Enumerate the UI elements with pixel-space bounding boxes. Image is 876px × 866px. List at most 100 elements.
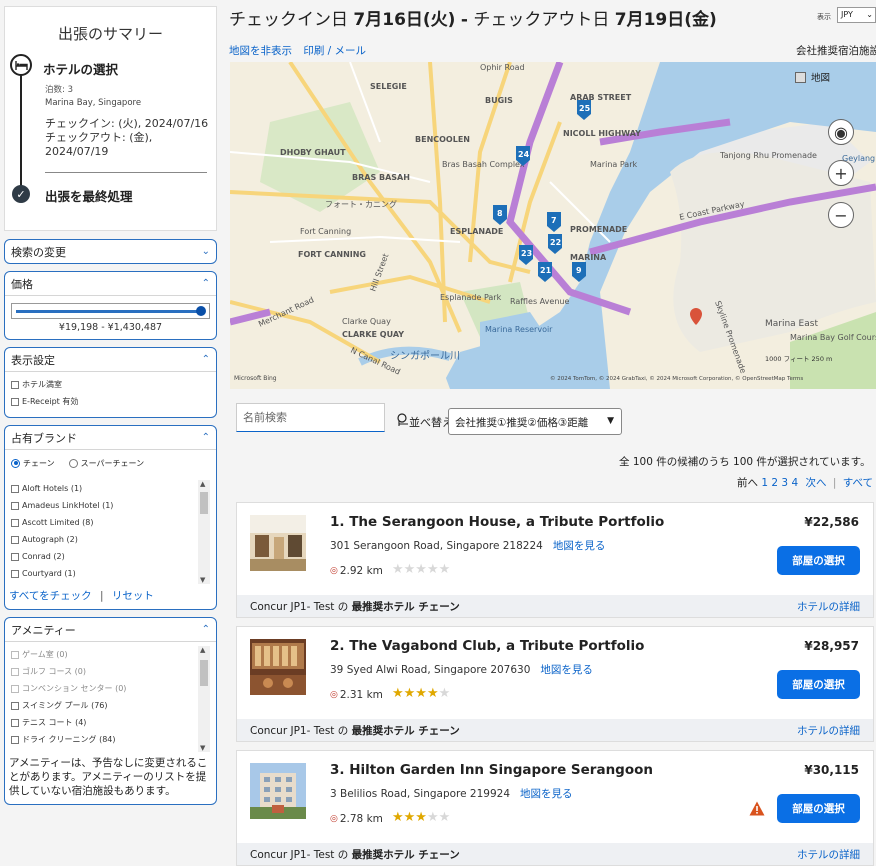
page-title: チェックイン日 7月16日(火) - チェックアウト日 7月19日(金)	[229, 10, 717, 30]
select-room-button[interactable]: 部屋の選択	[777, 794, 860, 823]
page-link[interactable]: 4	[791, 477, 798, 489]
pin-icon: ◎	[330, 566, 338, 576]
radio-superchain[interactable]	[68, 458, 78, 468]
locate-icon[interactable]: ◉	[828, 119, 854, 145]
search-change-panel[interactable]: 検索の変更 ⌄	[4, 239, 217, 264]
page-link[interactable]: 1	[761, 477, 768, 489]
chevron-up-icon: ⌃	[201, 432, 210, 443]
map-label: Marina Reservoir	[485, 325, 553, 334]
hotel-price: ¥28,957	[804, 639, 859, 653]
map-type-button[interactable]: 地図	[795, 70, 830, 84]
show-all-link[interactable]: すべて	[843, 477, 873, 489]
map-label: Raffles Avenue	[510, 297, 569, 306]
page-link[interactable]: 2	[771, 477, 778, 489]
hotel-photo[interactable]	[250, 763, 306, 819]
zoom-out-icon[interactable]: −	[828, 202, 854, 228]
hotel-photo[interactable]	[250, 515, 306, 571]
hotel-distance: ◎ 2.78 km	[330, 813, 383, 825]
brand-item[interactable]: Ascott Limited (8)	[11, 514, 210, 531]
hotel-details-link[interactable]: ホテルの詳細	[797, 847, 860, 862]
brand-list[interactable]: Aloft Hotels (1) Amadeus LinkHotel (1) A…	[11, 480, 210, 584]
amenity-item[interactable]: テニス コート (4)	[11, 714, 210, 731]
amenity-note: アメニティーは、予告なしに変更されることがあります。アメニティーのリストを提供し…	[9, 757, 208, 797]
price-panel: 価格 ⌃ ¥19,198 - ¥1,430,487	[4, 271, 217, 340]
amenity-panel: アメニティー ⌃ ゲーム室 (0) ゴルフ コース (0) コンベンション セン…	[4, 617, 217, 805]
amenity-item: ゴルフ コース (0)	[11, 663, 210, 680]
zoom-in-icon[interactable]: +	[828, 160, 854, 186]
hotel-name[interactable]: 2. The Vagabond Club, a Tribute Portfoli…	[330, 638, 644, 654]
chevron-down-icon: ⌄	[201, 246, 210, 257]
hotel-card: 1. The Serangoon House, a Tribute Portfo…	[236, 502, 874, 618]
radio-chain[interactable]	[11, 458, 20, 468]
display-settings-label: 表示設定	[11, 353, 55, 367]
name-search-input[interactable]	[236, 403, 385, 432]
price-slider-handle[interactable]	[196, 306, 206, 316]
currency-select[interactable]: JPY ⌄	[837, 7, 876, 23]
hide-map-link[interactable]: 地図を非表示	[229, 45, 292, 57]
hotel-photo[interactable]	[250, 639, 306, 695]
reset-link[interactable]: リセット	[112, 590, 154, 602]
brand-item[interactable]: Amadeus LinkHotel (1)	[11, 497, 210, 514]
check-all-link[interactable]: すべてをチェック	[9, 590, 92, 602]
brand-scrollbar[interactable]: ▲ ▼	[198, 480, 210, 584]
map-links: 地図を非表示 印刷 / メール	[229, 43, 374, 58]
next-page-link[interactable]: 次へ	[805, 477, 826, 489]
amenity-header[interactable]: アメニティー ⌃	[5, 618, 216, 641]
check-icon: ✓	[12, 185, 30, 203]
trip-location: Marina Bay, Singapore	[45, 98, 142, 108]
map-label: ESPLANADE	[450, 227, 503, 236]
view-map-link[interactable]: 地図を見る	[553, 540, 606, 552]
select-room-button[interactable]: 部屋の選択	[777, 670, 860, 699]
price-range-text: ¥19,198 - ¥1,430,487	[58, 322, 163, 333]
left-sidebar: 出張のサマリー ホテルの選択 泊数: 3 Marina Bay, Singapo…	[4, 6, 217, 805]
company-hotels-link[interactable]: 会社推奨宿泊施設	[796, 43, 876, 58]
checkout-date: 2024/07/19	[45, 145, 109, 158]
star-rating: ★★★★★	[392, 686, 451, 701]
sort-select[interactable]: 会社推奨①推奨②価格③距離 ▼	[448, 408, 622, 435]
hotel-details-link[interactable]: ホテルの詳細	[797, 599, 860, 614]
map-label: Marina Bay Golf Course	[790, 333, 876, 342]
brand-item[interactable]: Courtyard (1)	[11, 565, 210, 582]
view-map-link[interactable]: 地図を見る	[540, 664, 593, 676]
map-label: DHOBY GHAUT	[280, 148, 346, 157]
page-link[interactable]: 3	[781, 477, 788, 489]
amenity-list[interactable]: ゲーム室 (0) ゴルフ コース (0) コンベンション センター (0) スイ…	[11, 646, 210, 752]
warning-icon[interactable]	[749, 801, 765, 816]
svg-text:8: 8	[497, 209, 503, 218]
prev-page[interactable]: 前へ	[737, 477, 758, 489]
price-slider[interactable]	[11, 303, 210, 319]
map-label: CLARKE QUAY	[342, 330, 404, 339]
hotel-name[interactable]: 1. The Serangoon House, a Tribute Portfo…	[330, 514, 664, 530]
price-header[interactable]: 価格 ⌃	[5, 272, 216, 295]
sort-icon	[397, 413, 409, 429]
brand-item[interactable]: Autograph (2)	[11, 531, 210, 548]
display-settings-header[interactable]: 表示設定 ⌃	[5, 348, 216, 371]
map[interactable]: Ophir Road SELEGIE BUGIS ARAB STREET NIC…	[230, 62, 876, 389]
hotel-card: 3. Hilton Garden Inn Singapore Serangoon…	[236, 750, 874, 866]
brand-header[interactable]: 占有ブランド ⌃	[5, 426, 216, 449]
amenity-item[interactable]: ドライ クリーニング (84)	[11, 731, 210, 748]
star-rating: ★★★★★	[392, 562, 451, 577]
checkbox-hotel-full[interactable]: ホテル満室	[11, 376, 210, 393]
search-change-header[interactable]: 検索の変更 ⌄	[5, 240, 216, 263]
chevron-down-icon: ▼	[607, 416, 614, 426]
map-canvas[interactable]: Ophir Road SELEGIE BUGIS ARAB STREET NIC…	[230, 62, 876, 389]
brand-item[interactable]: Aloft Hotels (1)	[11, 480, 210, 497]
amenity-item[interactable]: スイミング プール (76)	[11, 697, 210, 714]
hotel-details-link[interactable]: ホテルの詳細	[797, 723, 860, 738]
brand-item[interactable]: Conrad (2)	[11, 548, 210, 565]
map-label: BRAS BASAH	[352, 173, 410, 182]
hotel-name[interactable]: 3. Hilton Garden Inn Singapore Serangoon	[330, 762, 653, 778]
trip-summary-card: 出張のサマリー ホテルの選択 泊数: 3 Marina Bay, Singapo…	[4, 6, 217, 231]
map-label: フォート・カニング	[325, 199, 397, 209]
search-change-label: 検索の変更	[11, 245, 66, 259]
map-label: Marina Park	[590, 160, 637, 169]
map-label: NICOLL HIGHWAY	[563, 129, 641, 138]
checkbox-ereceipt[interactable]: E-Receipt 有効	[11, 393, 210, 410]
amenity-scrollbar[interactable]: ▲ ▼	[198, 646, 210, 752]
select-room-button[interactable]: 部屋の選択	[777, 546, 860, 575]
hotel-card: 2. The Vagabond Club, a Tribute Portfoli…	[236, 626, 874, 742]
view-map-link[interactable]: 地図を見る	[520, 788, 573, 800]
bed-icon	[10, 54, 32, 76]
print-mail-link[interactable]: 印刷 / メール	[303, 45, 366, 57]
